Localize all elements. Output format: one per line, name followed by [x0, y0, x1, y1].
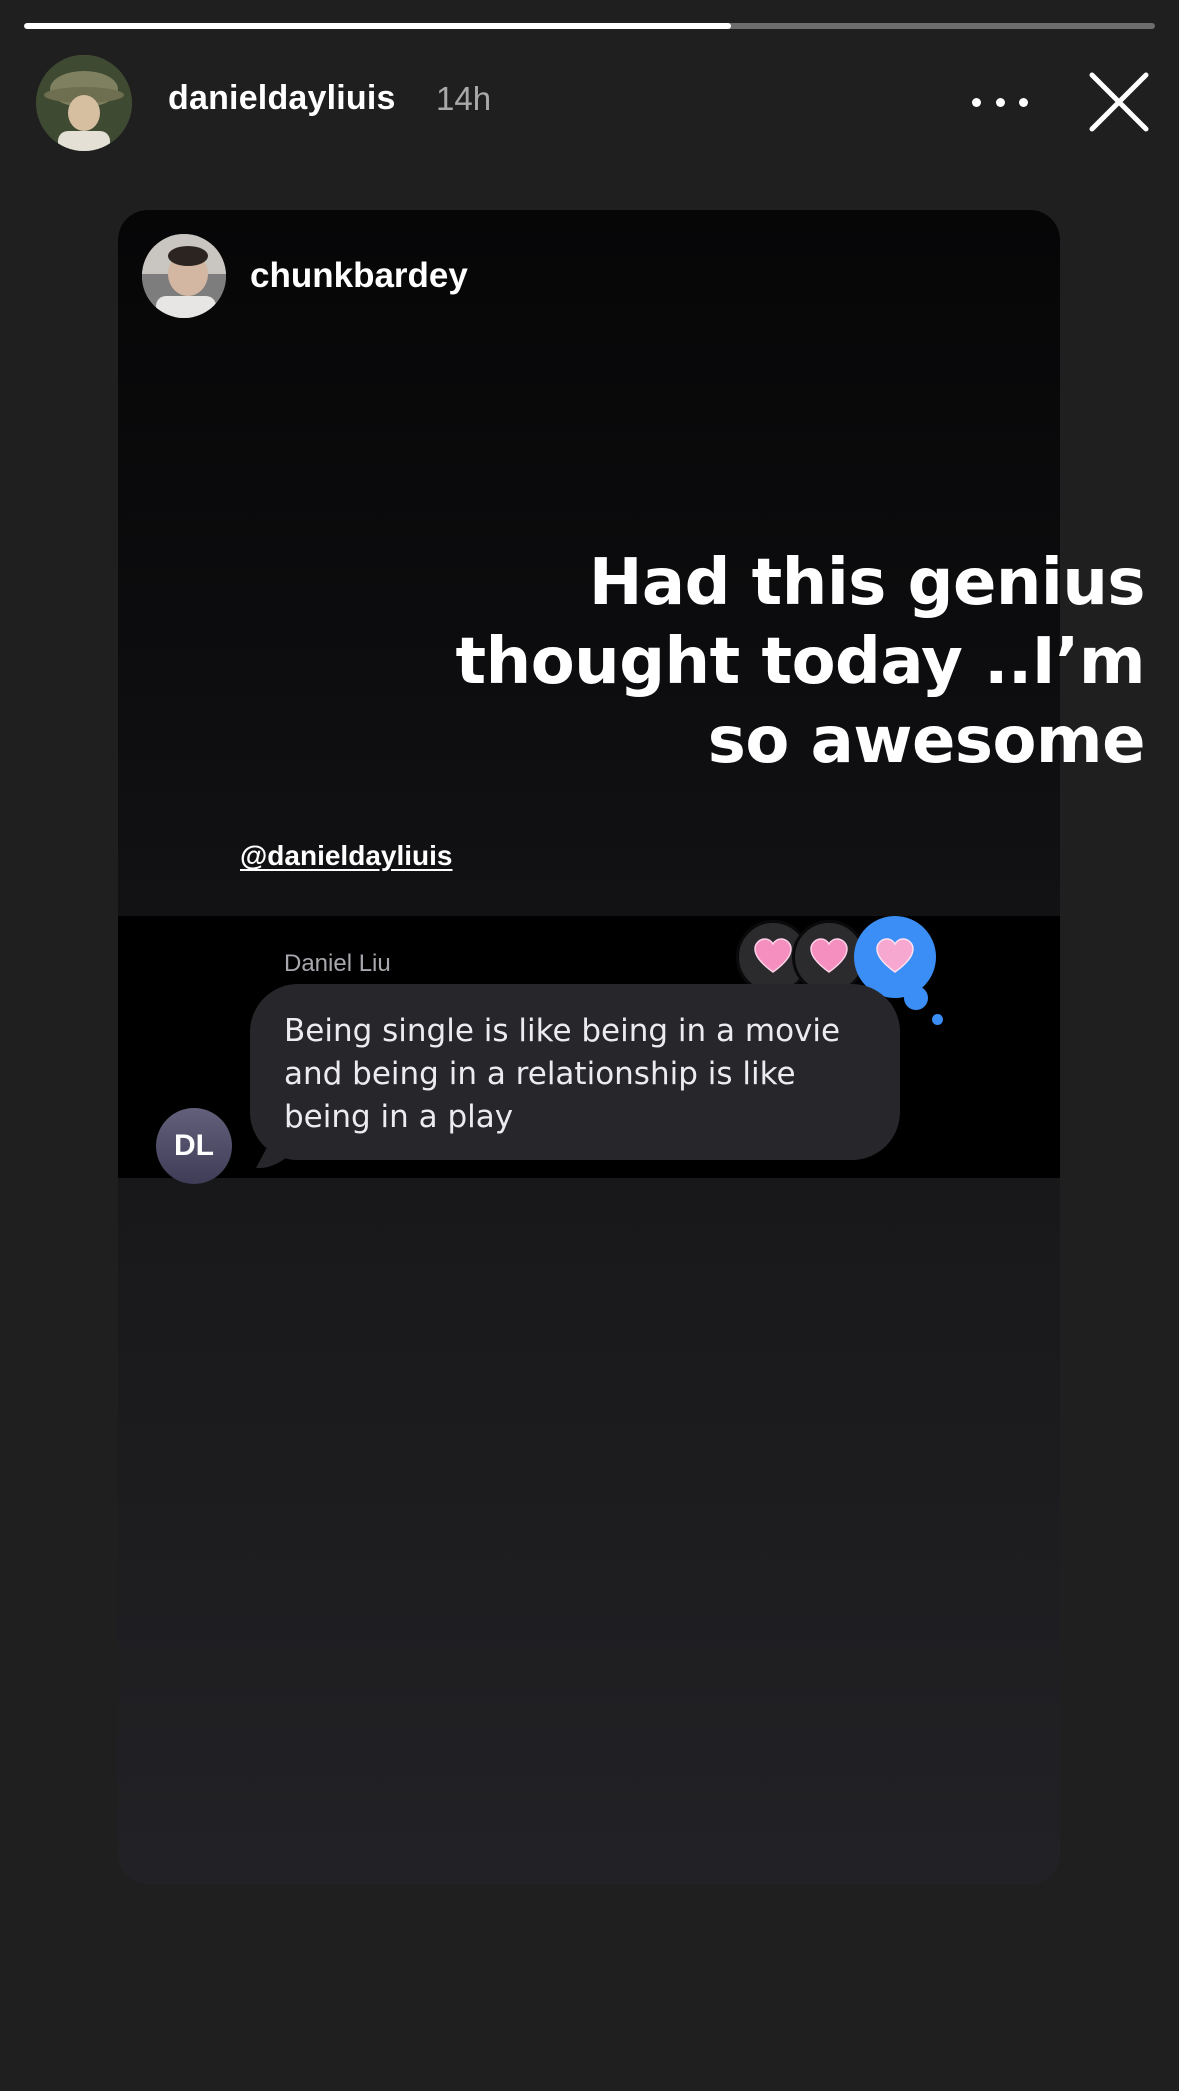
close-icon — [1089, 72, 1149, 132]
story-header: danieldayliuis 14h — [0, 52, 1179, 151]
story-caption-text: Had this genius thought today ..I’m so a… — [455, 546, 1146, 778]
chat-sender-name: Daniel Liu — [284, 950, 391, 977]
reaction-tail-dot — [904, 986, 928, 1010]
reaction-tail-dot — [932, 1014, 943, 1025]
ellipsis-icon-dot — [1019, 97, 1028, 107]
close-button[interactable] — [1086, 69, 1152, 135]
story-progress-fill — [24, 23, 731, 29]
more-options-button[interactable] — [972, 82, 1028, 122]
post-author-avatar[interactable] — [142, 234, 226, 318]
chat-message-bubble: Being single is like being in a movie an… — [250, 984, 900, 1160]
embedded-chat-screenshot: Daniel Liu Being single is like being in… — [118, 916, 1060, 1184]
post-time: 14h — [436, 80, 492, 117]
ellipsis-icon-dot — [995, 97, 1005, 107]
post-author-photo — [142, 234, 226, 318]
heart-icon — [810, 938, 848, 973]
heart-icon — [876, 938, 914, 973]
post-author-username[interactable]: chunkbardey — [250, 256, 468, 296]
shared-post-card[interactable]: chunkbardey @danieldayliuis Daniel Liu B… — [118, 210, 1060, 1884]
owner-avatar[interactable] — [36, 55, 132, 151]
threads-mention-link[interactable]: @danieldayliuis — [240, 840, 452, 872]
ellipsis-icon — [972, 97, 981, 107]
chat-message-text: Being single is like being in a movie an… — [284, 1013, 841, 1135]
owner-username[interactable]: danieldayliuis — [168, 79, 396, 118]
sender-avatar: DL — [156, 1108, 232, 1184]
story-progress-bar — [24, 23, 1155, 29]
heart-icon — [754, 938, 792, 973]
owner-avatar-photo — [36, 55, 132, 151]
